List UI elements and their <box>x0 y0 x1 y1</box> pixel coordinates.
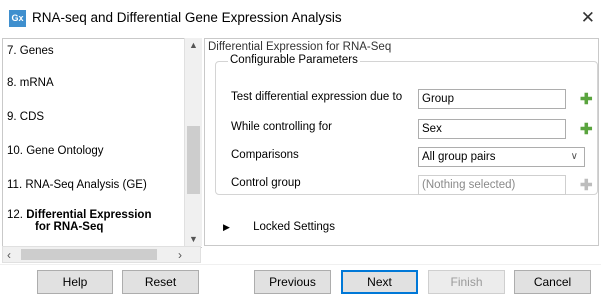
help-button[interactable]: Help <box>37 270 113 294</box>
plus-icon[interactable]: ✚ <box>580 92 593 107</box>
steps-horizontal-scrollbar[interactable]: ‹ › <box>2 246 201 263</box>
plus-icon[interactable]: ✚ <box>580 122 593 137</box>
step-label-line1: Differential Expression <box>26 209 152 221</box>
steps-vertical-scrollbar[interactable]: ▲ ▼ <box>184 38 202 246</box>
footer-divider <box>0 264 601 265</box>
plus-icon: ✚ <box>580 177 593 194</box>
comparisons-value: All group pairs <box>422 151 496 163</box>
parameters-panel: Differential Expression for RNA-Seq Conf… <box>204 38 599 246</box>
chevron-down-icon: ∨ <box>570 151 578 162</box>
step-number: 8. <box>7 77 17 89</box>
controlling-for-label: While controlling for <box>231 121 332 133</box>
step-number: 11. <box>7 179 23 191</box>
panel-title: Differential Expression for RNA-Seq <box>208 41 392 53</box>
step-number: 10. <box>7 145 23 157</box>
window-title: RNA-seq and Differential Gene Expression… <box>32 10 342 25</box>
comparisons-select[interactable]: All group pairs ∨ <box>418 147 585 167</box>
step-label: CDS <box>19 111 45 123</box>
scroll-thumb[interactable] <box>187 126 200 194</box>
step-item-genes[interactable]: 7. Genes <box>7 45 54 57</box>
step-number: 12. <box>7 209 23 221</box>
comparisons-label: Comparisons <box>231 149 299 161</box>
test-due-to-field[interactable]: Group <box>418 89 566 109</box>
expand-triangle-icon: ▶ <box>223 222 230 232</box>
test-due-to-label: Test differential expression due to <box>231 91 403 103</box>
step-label: Gene Ontology <box>26 145 104 157</box>
locked-settings-label: Locked Settings <box>253 221 335 233</box>
reset-button[interactable]: Reset <box>122 270 199 294</box>
finish-button: Finish <box>428 270 505 294</box>
scroll-right-icon[interactable]: › <box>178 247 182 263</box>
step-label: mRNA <box>19 77 54 89</box>
step-label: RNA-Seq Analysis (GE) <box>25 179 147 191</box>
step-number: 7. <box>7 45 17 57</box>
locked-settings-toggle[interactable]: ▶ Locked Settings <box>223 221 335 233</box>
cancel-button[interactable]: Cancel <box>514 270 591 294</box>
step-item-differential-expression[interactable]: 12. Differential Expression for RNA-Seq <box>7 209 151 233</box>
scroll-left-icon[interactable]: ‹ <box>7 247 11 263</box>
title-bar: Gx RNA-seq and Differential Gene Express… <box>0 0 601 37</box>
control-group-label: Control group <box>231 177 301 189</box>
previous-button[interactable]: Previous <box>254 270 331 294</box>
step-item-mrna[interactable]: 8. mRNA <box>7 77 54 89</box>
step-number: 9. <box>7 111 17 123</box>
group-title: Configurable Parameters <box>228 54 360 66</box>
step-item-cds[interactable]: 9. CDS <box>7 111 44 123</box>
wizard-steps-list: 7. Genes 8. mRNA 9. CDS 10. Gene Ontolog… <box>2 38 202 248</box>
configurable-parameters-group: Configurable Parameters Test differentia… <box>215 54 598 195</box>
step-label: Genes <box>19 45 54 57</box>
close-icon[interactable]: ✕ <box>581 8 595 28</box>
next-button[interactable]: Next <box>341 270 418 294</box>
step-item-rnaseq-analysis[interactable]: 11. RNA-Seq Analysis (GE) <box>7 179 147 191</box>
scroll-thumb[interactable] <box>21 249 157 260</box>
step-item-gene-ontology[interactable]: 10. Gene Ontology <box>7 145 104 157</box>
controlling-for-field[interactable]: Sex <box>418 119 566 139</box>
scroll-down-icon[interactable]: ▼ <box>185 234 202 244</box>
scroll-up-icon[interactable]: ▲ <box>185 40 202 50</box>
app-icon: Gx <box>9 10 26 27</box>
control-group-field[interactable]: (Nothing selected) <box>418 175 566 195</box>
step-label-line2: for RNA-Seq <box>35 221 104 233</box>
